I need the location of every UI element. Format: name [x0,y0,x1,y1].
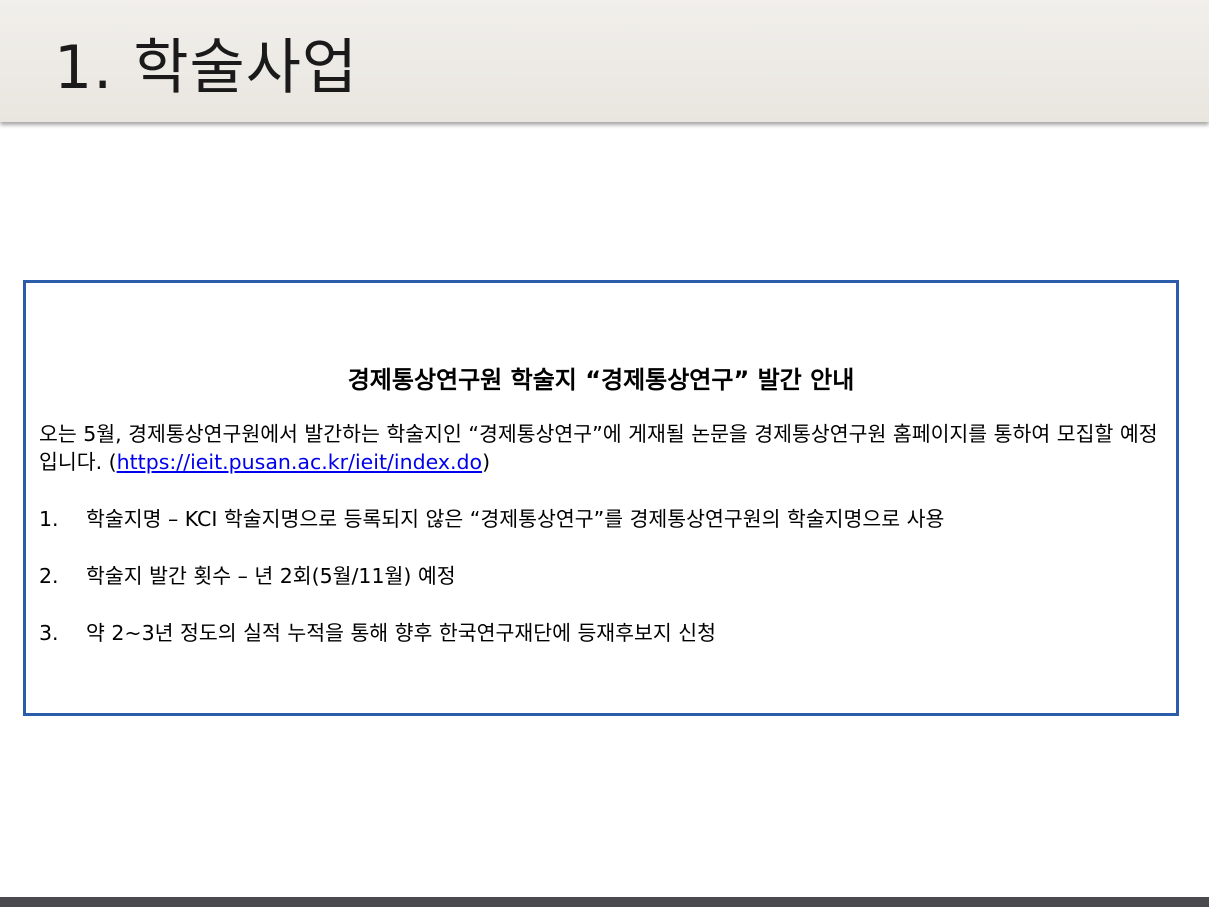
notice-heading: 경제통상연구원 학술지 “경제통상연구” 발간 안내 [347,366,855,394]
header-band: 1. 학술사업 [0,0,1209,122]
list-item-text: 학술지명 – KCI 학술지명으로 등록되지 않은 “경제통상연구”를 경제통상… [86,507,945,531]
list-item-number: 3. [39,621,59,645]
intro-close-paren: ) [482,450,491,474]
list-item-number: 1. [39,507,59,531]
footer-bar [0,897,1209,907]
notice-intro: 오는 5월, 경제통상연구원에서 발간하는 학술지인 “경제통상연구”에 게재될… [39,420,1169,476]
notice-box: 경제통상연구원 학술지 “경제통상연구” 발간 안내 오는 5월, 경제통상연구… [23,280,1179,716]
list-item: 2. 학술지 발간 횟수 – 년 2회(5월/11월) 예정 [39,562,1169,619]
list-item-text: 약 2~3년 정도의 실적 누적을 통해 향후 한국연구재단에 등재후보지 신청 [86,621,716,645]
list-item: 3. 약 2~3년 정도의 실적 누적을 통해 향후 한국연구재단에 등재후보지… [39,619,1169,676]
list-item-text: 학술지 발간 횟수 – 년 2회(5월/11월) 예정 [86,564,456,588]
list-item: 1. 학술지명 – KCI 학술지명으로 등록되지 않은 “경제통상연구”를 경… [39,505,1169,562]
list-item-number: 2. [39,564,59,588]
homepage-link[interactable]: https://ieit.pusan.ac.kr/ieit/index.do [117,450,482,474]
slide-title: 1. 학술사업 [54,33,359,103]
notice-list: 1. 학술지명 – KCI 학술지명으로 등록되지 않은 “경제통상연구”를 경… [39,505,1169,676]
